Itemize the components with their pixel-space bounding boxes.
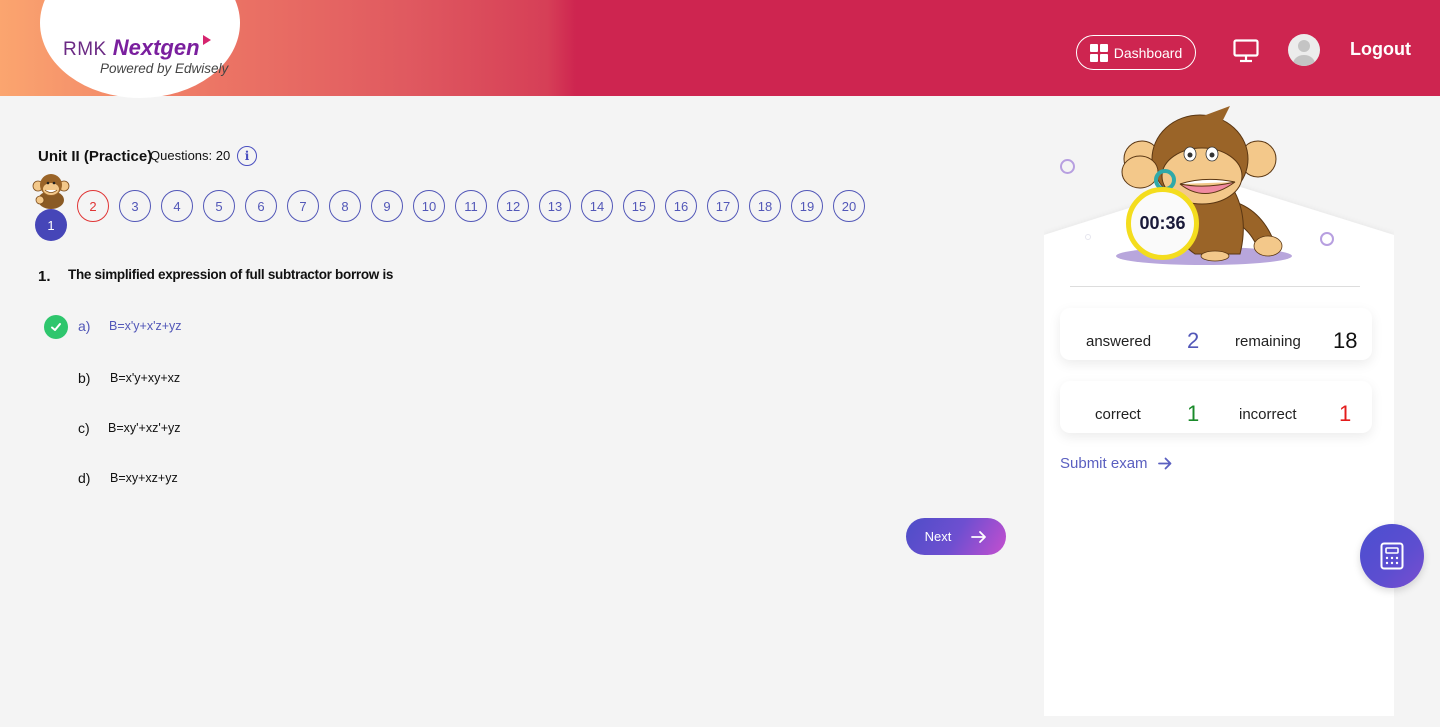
option-text: B=x'y+x'z+yz xyxy=(109,319,182,333)
option-letter: c) xyxy=(78,420,90,436)
grid-icon xyxy=(1089,43,1108,62)
question-number: 1. xyxy=(38,268,51,285)
option-letter: b) xyxy=(78,370,91,386)
question-nav-button-13[interactable]: 13 xyxy=(539,190,571,222)
incorrect-count: 1 xyxy=(1339,401,1352,426)
question-nav-button-6[interactable]: 6 xyxy=(245,190,277,222)
incorrect-label: incorrect xyxy=(1239,406,1297,423)
correct-label: correct xyxy=(1095,406,1141,423)
logo-tagline: Powered by Edwisely xyxy=(100,61,229,76)
question-nav-button-15[interactable]: 15 xyxy=(623,190,655,222)
dashboard-label: Dashboard xyxy=(1113,44,1183,61)
question-text: The simplified expression of full subtra… xyxy=(68,267,394,282)
logo-product: Nextgen xyxy=(112,35,200,60)
option-a[interactable]: a) B=x'y+x'z+yz xyxy=(0,313,600,343)
play-icon xyxy=(202,35,211,45)
question-nav-button-7[interactable]: 7 xyxy=(287,190,319,222)
question-nav-button-17[interactable]: 17 xyxy=(707,190,739,222)
question-nav-button-2[interactable]: 2 xyxy=(77,190,109,222)
question-nav-button-3[interactable]: 3 xyxy=(119,190,151,222)
remaining-label: remaining xyxy=(1235,333,1301,350)
option-text: B=xy'+xz'+yz xyxy=(108,421,181,435)
logout-link[interactable]: Logout xyxy=(1350,39,1411,60)
calculator-button[interactable] xyxy=(1360,524,1424,588)
submit-exam-label: Submit exam xyxy=(1060,455,1148,472)
exam-title: Unit II (Practice) xyxy=(38,148,153,165)
question-nav-button-4[interactable]: 4 xyxy=(161,190,193,222)
info-icon[interactable]: i xyxy=(237,146,257,166)
question-nav-button-1[interactable]: 1 xyxy=(35,209,67,241)
decoration-ring xyxy=(1320,232,1334,246)
question-nav-button-14[interactable]: 14 xyxy=(581,190,613,222)
answered-count: 2 xyxy=(1187,328,1200,353)
option-text: B=x'y+xy+xz xyxy=(110,371,181,385)
question-nav-button-16[interactable]: 16 xyxy=(665,190,697,222)
dashboard-button[interactable]: Dashboard xyxy=(1076,35,1196,70)
arrow-right-icon xyxy=(1157,457,1171,470)
option-text: B=xy+xz+yz xyxy=(110,471,178,485)
score-stats-card: correct 1 incorrect 1 xyxy=(1060,381,1372,433)
next-label: Next xyxy=(924,529,952,544)
option-d[interactable]: d) B=xy+xz+yz xyxy=(0,465,600,495)
check-icon xyxy=(44,315,68,339)
question-nav-button-9[interactable]: 9 xyxy=(371,190,403,222)
question-nav-button-20[interactable]: 20 xyxy=(833,190,865,222)
decoration-ring xyxy=(1085,234,1091,240)
option-letter: a) xyxy=(78,318,91,334)
progress-stats-card: answered 2 remaining 18 xyxy=(1060,308,1372,360)
decoration-ring xyxy=(1060,159,1075,174)
submit-exam-link[interactable]: Submit exam xyxy=(1060,455,1172,472)
arrow-right-icon xyxy=(971,530,987,543)
answered-label: answered xyxy=(1086,333,1152,350)
countdown-timer: 00:36 xyxy=(1126,187,1199,260)
logo-brand: RMK xyxy=(63,39,107,60)
question-nav-button-5[interactable]: 5 xyxy=(203,190,235,222)
question-nav-button-10[interactable]: 10 xyxy=(413,190,445,222)
question-nav-button-11[interactable]: 11 xyxy=(455,190,487,222)
user-avatar[interactable] xyxy=(1288,34,1320,66)
question-nav-button-12[interactable]: 12 xyxy=(497,190,529,222)
question-nav-button-8[interactable]: 8 xyxy=(329,190,361,222)
divider xyxy=(1070,286,1360,287)
option-b[interactable]: b) B=x'y+xy+xz xyxy=(0,365,600,395)
calculator-icon xyxy=(1380,542,1404,570)
logo[interactable]: RMK Nextgen xyxy=(63,35,211,61)
next-button[interactable]: Next xyxy=(906,518,1006,555)
question-nav-button-19[interactable]: 19 xyxy=(791,190,823,222)
user-silhouette-icon xyxy=(1293,40,1315,66)
question-nav-button-18[interactable]: 18 xyxy=(749,190,781,222)
option-letter: d) xyxy=(78,470,91,486)
monitor-icon[interactable] xyxy=(1233,39,1259,63)
top-header: RMK Nextgen Powered by Edwisely Dashboar… xyxy=(0,0,1440,98)
remaining-count: 18 xyxy=(1333,328,1358,353)
question-count: Questions: 20 xyxy=(150,148,231,163)
correct-count: 1 xyxy=(1187,401,1200,426)
option-c[interactable]: c) B=xy'+xz'+yz xyxy=(0,415,600,445)
monkey-mascot-icon xyxy=(32,174,70,209)
